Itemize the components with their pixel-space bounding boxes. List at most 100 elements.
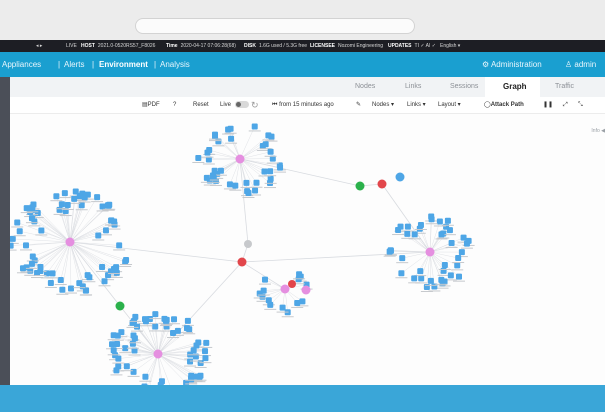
- node-label[interactable]: [414, 228, 427, 230]
- device-node[interactable]: [232, 182, 239, 189]
- node-label[interactable]: [78, 201, 91, 203]
- cluster-edge[interactable]: [12, 238, 71, 243]
- node-label[interactable]: [46, 277, 59, 279]
- graph-edge[interactable]: [381, 183, 431, 253]
- device-node[interactable]: [267, 301, 274, 308]
- device-node[interactable]: [123, 363, 130, 370]
- device-node[interactable]: [38, 227, 45, 234]
- node-label[interactable]: [102, 209, 115, 211]
- node-label[interactable]: [149, 330, 162, 332]
- node-label[interactable]: [61, 208, 74, 210]
- device-node[interactable]: [438, 276, 445, 283]
- hub-node[interactable]: [425, 247, 435, 257]
- node-label[interactable]: [441, 224, 454, 226]
- device-node[interactable]: [444, 217, 451, 224]
- device-node[interactable]: [245, 190, 252, 197]
- node-label[interactable]: [111, 339, 124, 341]
- node-label[interactable]: [127, 375, 140, 377]
- device-node[interactable]: [37, 267, 44, 274]
- node-label[interactable]: [257, 294, 270, 296]
- node-label[interactable]: [91, 201, 104, 203]
- node-label[interactable]: [11, 226, 24, 228]
- node-label[interactable]: [438, 268, 451, 270]
- device-node[interactable]: [225, 126, 232, 133]
- node-label[interactable]: [200, 346, 213, 348]
- node-label[interactable]: [293, 278, 306, 280]
- node-label[interactable]: [392, 234, 405, 236]
- device-node[interactable]: [83, 287, 90, 294]
- nav-appliances[interactable]: Appliances: [2, 52, 41, 77]
- device-node[interactable]: [129, 319, 136, 326]
- graph-edge[interactable]: [239, 158, 249, 245]
- device-node[interactable]: [411, 275, 418, 282]
- device-node[interactable]: [101, 278, 108, 285]
- nav-analysis[interactable]: Analysis: [160, 52, 190, 77]
- pin-icon[interactable]: ✎: [356, 97, 361, 113]
- node-label[interactable]: [120, 264, 133, 266]
- node-label[interactable]: [424, 284, 437, 286]
- node-label[interactable]: [253, 297, 266, 299]
- node-label[interactable]: [34, 274, 47, 276]
- device-node[interactable]: [29, 253, 36, 260]
- node-label[interactable]: [396, 262, 409, 264]
- node-label[interactable]: [35, 234, 48, 236]
- node-label[interactable]: [291, 306, 304, 308]
- device-node[interactable]: [110, 347, 117, 354]
- nav-alerts[interactable]: Alerts: [64, 52, 84, 77]
- device-node[interactable]: [204, 149, 211, 156]
- device-node[interactable]: [142, 318, 149, 325]
- node-label[interactable]: [58, 197, 71, 199]
- node-label[interactable]: [59, 215, 72, 217]
- node-label[interactable]: [160, 323, 173, 325]
- switch-node[interactable]: [115, 301, 125, 311]
- node-label[interactable]: [56, 293, 69, 295]
- node-label[interactable]: [73, 287, 86, 289]
- node-label[interactable]: [274, 171, 287, 173]
- node-label[interactable]: [149, 318, 162, 320]
- info-panel-toggle[interactable]: Info ◀: [591, 128, 605, 134]
- node-label[interactable]: [54, 284, 67, 286]
- device-node[interactable]: [28, 260, 35, 267]
- user-menu[interactable]: ♙ admin: [565, 52, 596, 77]
- device-node[interactable]: [129, 340, 136, 347]
- pause-button[interactable]: ❚❚: [543, 97, 553, 113]
- device-node[interactable]: [228, 135, 235, 142]
- device-node[interactable]: [14, 219, 21, 226]
- attack-path-toggle[interactable]: ◯Attack Path: [484, 97, 524, 113]
- node-label[interactable]: [452, 280, 465, 282]
- device-node[interactable]: [34, 210, 41, 217]
- node-label[interactable]: [126, 347, 139, 349]
- device-node[interactable]: [261, 168, 268, 175]
- node-label[interactable]: [20, 271, 33, 273]
- device-node[interactable]: [10, 242, 14, 249]
- device-node[interactable]: [454, 262, 461, 269]
- tab-graph[interactable]: Graph: [503, 77, 527, 97]
- device-node[interactable]: [294, 299, 301, 306]
- cluster-edge[interactable]: [198, 157, 241, 160]
- node-label[interactable]: [281, 316, 294, 318]
- node-label[interactable]: [189, 360, 202, 362]
- node-label[interactable]: [435, 283, 448, 285]
- node-label[interactable]: [129, 320, 142, 322]
- collapse-button[interactable]: ⤡: [578, 97, 583, 113]
- cluster-edge[interactable]: [10, 241, 71, 246]
- node-label[interactable]: [112, 362, 125, 364]
- node-label[interactable]: [184, 365, 197, 367]
- node-label[interactable]: [126, 326, 139, 328]
- nav-environment[interactable]: Environment: [99, 52, 148, 77]
- switch-node[interactable]: [355, 181, 365, 191]
- device-node[interactable]: [102, 227, 109, 234]
- device-node[interactable]: [296, 271, 303, 278]
- node-label[interactable]: [276, 311, 289, 313]
- node-label[interactable]: [75, 209, 88, 211]
- router-node[interactable]: [377, 179, 387, 189]
- expand-button[interactable]: ⤢: [563, 97, 568, 113]
- device-node[interactable]: [76, 193, 83, 200]
- device-node[interactable]: [438, 231, 445, 238]
- device-node[interactable]: [252, 187, 259, 194]
- nodes-dropdown[interactable]: Nodes ▾: [372, 97, 394, 113]
- node-label[interactable]: [180, 332, 193, 334]
- node-label[interactable]: [262, 139, 275, 141]
- device-node[interactable]: [23, 205, 30, 212]
- cluster-edge[interactable]: [157, 353, 192, 376]
